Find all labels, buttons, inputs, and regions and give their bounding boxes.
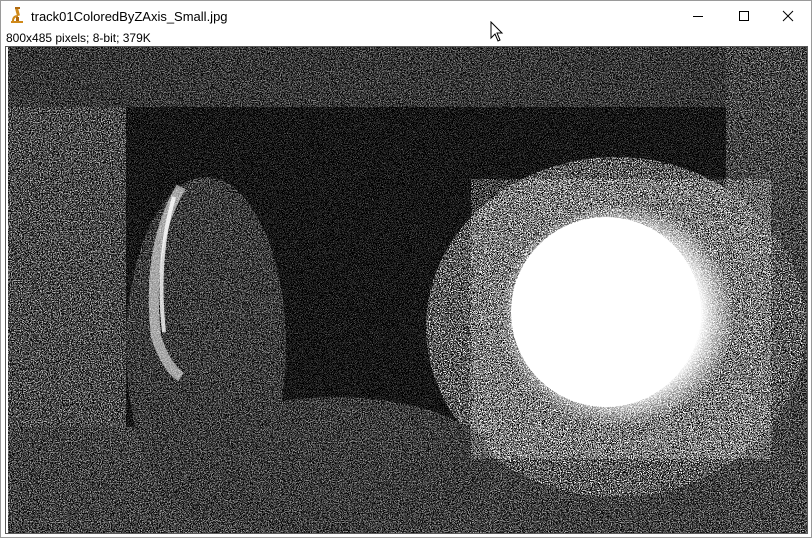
image-canvas[interactable]: [5, 46, 808, 534]
close-button[interactable]: [765, 1, 811, 31]
mouse-pointer-icon: [490, 20, 504, 43]
image-info-text: 800x485 pixels; 8-bit; 379K: [6, 31, 151, 45]
maximize-icon: [738, 10, 750, 22]
imagej-image-window: track01ColoredByZAxis_Small.jpg 800x485 …: [0, 0, 812, 538]
title-bar[interactable]: track01ColoredByZAxis_Small.jpg: [1, 1, 811, 31]
image-canvas-graphic: [6, 47, 807, 533]
window-title: track01ColoredByZAxis_Small.jpg: [31, 9, 228, 24]
microscope-icon: [9, 7, 25, 25]
minimize-button[interactable]: [675, 1, 721, 31]
maximize-button[interactable]: [721, 1, 767, 31]
minimize-icon: [692, 10, 704, 22]
close-icon: [782, 10, 794, 22]
